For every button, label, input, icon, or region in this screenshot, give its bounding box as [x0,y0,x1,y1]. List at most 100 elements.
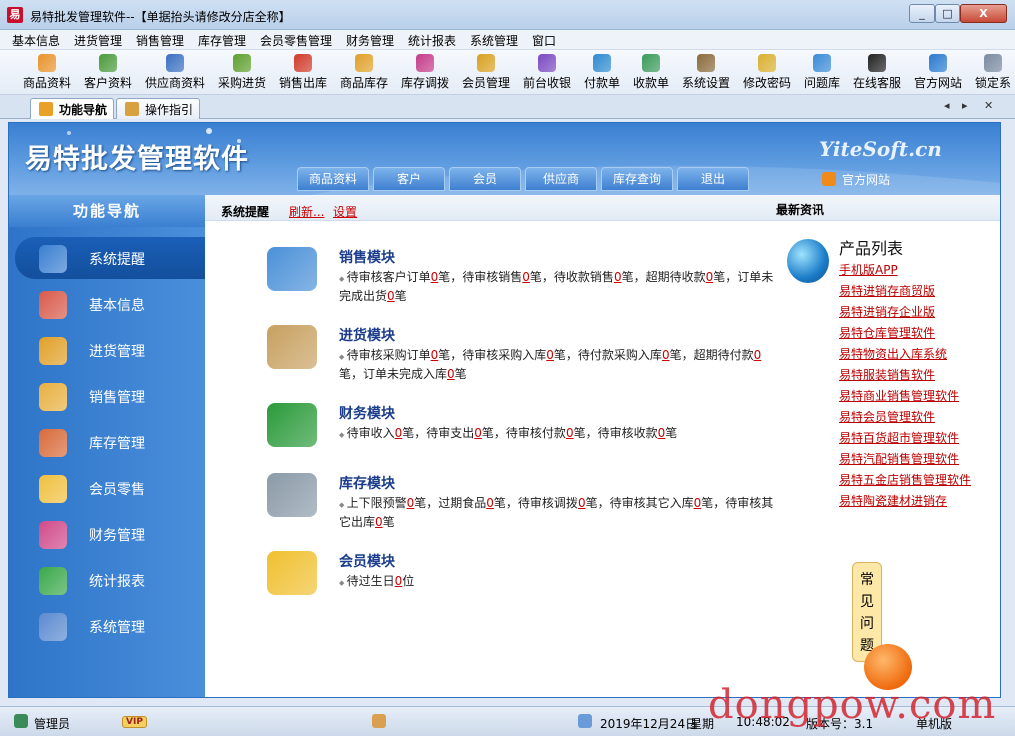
purchase-icon [39,337,67,365]
nav-item-member-retail[interactable]: 会员零售 [9,467,205,509]
module-title[interactable]: 会员模块 [339,551,395,571]
vip-badge: VIP [122,716,147,728]
product-link[interactable]: 易特进销存商贸版 [839,282,935,299]
tool-stock-transfer[interactable]: 库存调拨 [400,54,450,92]
banner-tab-supplier[interactable]: 供应商 [525,167,597,191]
count-link[interactable]: 0 [546,348,554,362]
settings-link[interactable]: 设置 [333,203,357,220]
ie-icon [929,54,947,72]
tool-member-mgmt[interactable]: 会员管理 [461,54,511,92]
module-title[interactable]: 进货模块 [339,325,395,345]
tool-lock-system[interactable]: 锁定系 [972,54,1014,92]
module-title[interactable]: 库存模块 [339,473,395,493]
count-link[interactable]: 0 [614,270,622,284]
tool-product-info[interactable]: 商品资料 [22,54,72,92]
tool-product-stock[interactable]: 商品库存 [339,54,389,92]
tool-receipt[interactable]: 收款单 [632,54,670,92]
tool-customer-info[interactable]: 客户资料 [83,54,133,92]
count-link[interactable]: 0 [447,367,455,381]
product-link[interactable]: 易特进销存企业版 [839,303,935,320]
tab-scroll-left-icon[interactable]: ◂ [944,99,950,112]
count-link[interactable]: 0 [486,496,494,510]
product-link[interactable]: 易特物资出入库系统 [839,345,947,362]
product-link[interactable]: 易特商业销售管理软件 [839,387,959,404]
maximize-button[interactable]: □ [935,4,960,23]
official-site-link[interactable]: 官方网站 [822,171,890,188]
minimize-button[interactable]: _ [909,4,935,23]
module-desc: ◆ 待审核客户订单0笔，待审核销售0笔，待收款销售0笔，超期待收款0笔，订单未完… [339,269,779,305]
banner-tab-exit[interactable]: 退出 [677,167,749,191]
box-icon [38,54,56,72]
count-link[interactable]: 0 [375,515,383,529]
member-module-icon [267,551,317,595]
nav-item-sales[interactable]: 销售管理 [9,375,205,417]
product-link[interactable]: 易特汽配销售管理软件 [839,450,959,467]
desc-text: 笔，待审核销售 [438,270,523,284]
app-logo-icon: 易 [7,7,23,23]
status-user: 管理员 [34,717,71,731]
menu-purchase[interactable]: 进货管理 [74,32,122,49]
module-title[interactable]: 财务模块 [339,403,395,423]
product-link[interactable]: 易特五金店销售管理软件 [839,471,971,488]
tool-change-password[interactable]: 修改密码 [742,54,792,92]
product-link[interactable]: 手机版APP [839,261,898,278]
banner-tab-stock-query[interactable]: 库存查询 [601,167,673,191]
product-link[interactable]: 易特服装销售软件 [839,366,935,383]
tool-payment[interactable]: 付款单 [583,54,621,92]
bullet-icon: ◆ [339,353,347,361]
menu-system[interactable]: 系统管理 [470,32,518,49]
nav-item-reports[interactable]: 统计报表 [9,559,205,601]
menu-inventory[interactable]: 库存管理 [198,32,246,49]
count-link[interactable]: 0 [566,426,574,440]
count-link[interactable]: 0 [387,289,395,303]
cashier-icon [538,54,556,72]
product-link[interactable]: 易特仓库管理软件 [839,324,935,341]
tool-sales-out[interactable]: 销售出库 [278,54,328,92]
nav-item-inventory[interactable]: 库存管理 [9,421,205,463]
tab-close-icon[interactable]: ✕ [984,99,993,112]
desc-text: 笔，待付款采购入库 [553,348,662,362]
title-bar[interactable]: 易 易特批发管理软件--【单据抬头请修改分店全称】 _ □ X [0,0,1015,30]
refresh-link[interactable]: 刷新... [289,203,324,220]
status-date: 2019年12月24日 [600,717,698,731]
tab-operation-guide[interactable]: 操作指引 [116,98,200,119]
module-desc: ◆ 待审收入0笔，待审支出0笔，待审核付款0笔，待审核收款0笔 [339,425,779,444]
tool-supplier-info[interactable]: 供应商资料 [144,54,206,92]
tool-system-settings[interactable]: 系统设置 [681,54,731,92]
banner-title: 易特批发管理软件 [25,144,249,175]
desc-text: 笔，待审核收款 [573,426,658,440]
nav-item-basic-info[interactable]: 基本信息 [9,283,205,325]
menu-member-retail[interactable]: 会员零售管理 [260,32,332,49]
banner-tab-product[interactable]: 商品资料 [297,167,369,191]
close-button[interactable]: X [960,4,1007,23]
count-link[interactable]: 0 [754,348,762,362]
count-link[interactable]: 0 [578,496,586,510]
count-link[interactable]: 0 [474,426,482,440]
face-icon [372,714,386,728]
tool-purchase-in[interactable]: 采购进货 [217,54,267,92]
nav-item-system[interactable]: 系统管理 [9,605,205,647]
count-link[interactable]: 0 [662,348,670,362]
stock-icon [355,54,373,72]
nav-item-purchase[interactable]: 进货管理 [9,329,205,371]
banner-tab-member[interactable]: 会员 [449,167,521,191]
tool-official-site[interactable]: 官方网站 [913,54,963,92]
product-link[interactable]: 易特会员管理软件 [839,408,935,425]
tab-scroll-right-icon[interactable]: ▸ [962,99,968,112]
menu-basic-info[interactable]: 基本信息 [12,32,60,49]
menu-finance[interactable]: 财务管理 [346,32,394,49]
tool-online-service[interactable]: 在线客服 [852,54,902,92]
nav-item-finance[interactable]: 财务管理 [9,513,205,555]
menu-window[interactable]: 窗口 [532,32,556,49]
product-link[interactable]: 易特百货超市管理软件 [839,429,959,446]
menu-sales[interactable]: 销售管理 [136,32,184,49]
tool-faq[interactable]: 问题库 [803,54,841,92]
module-title[interactable]: 销售模块 [339,247,395,267]
tab-function-nav[interactable]: 功能导航 [30,98,114,119]
nav-item-system-reminder[interactable]: 系统提醒 [15,237,205,279]
banner-tab-customer[interactable]: 客户 [373,167,445,191]
product-link[interactable]: 易特陶瓷建材进销存 [839,492,947,509]
count-link[interactable]: 0 [522,270,530,284]
menu-reports[interactable]: 统计报表 [408,32,456,49]
tool-cashier[interactable]: 前台收银 [522,54,572,92]
